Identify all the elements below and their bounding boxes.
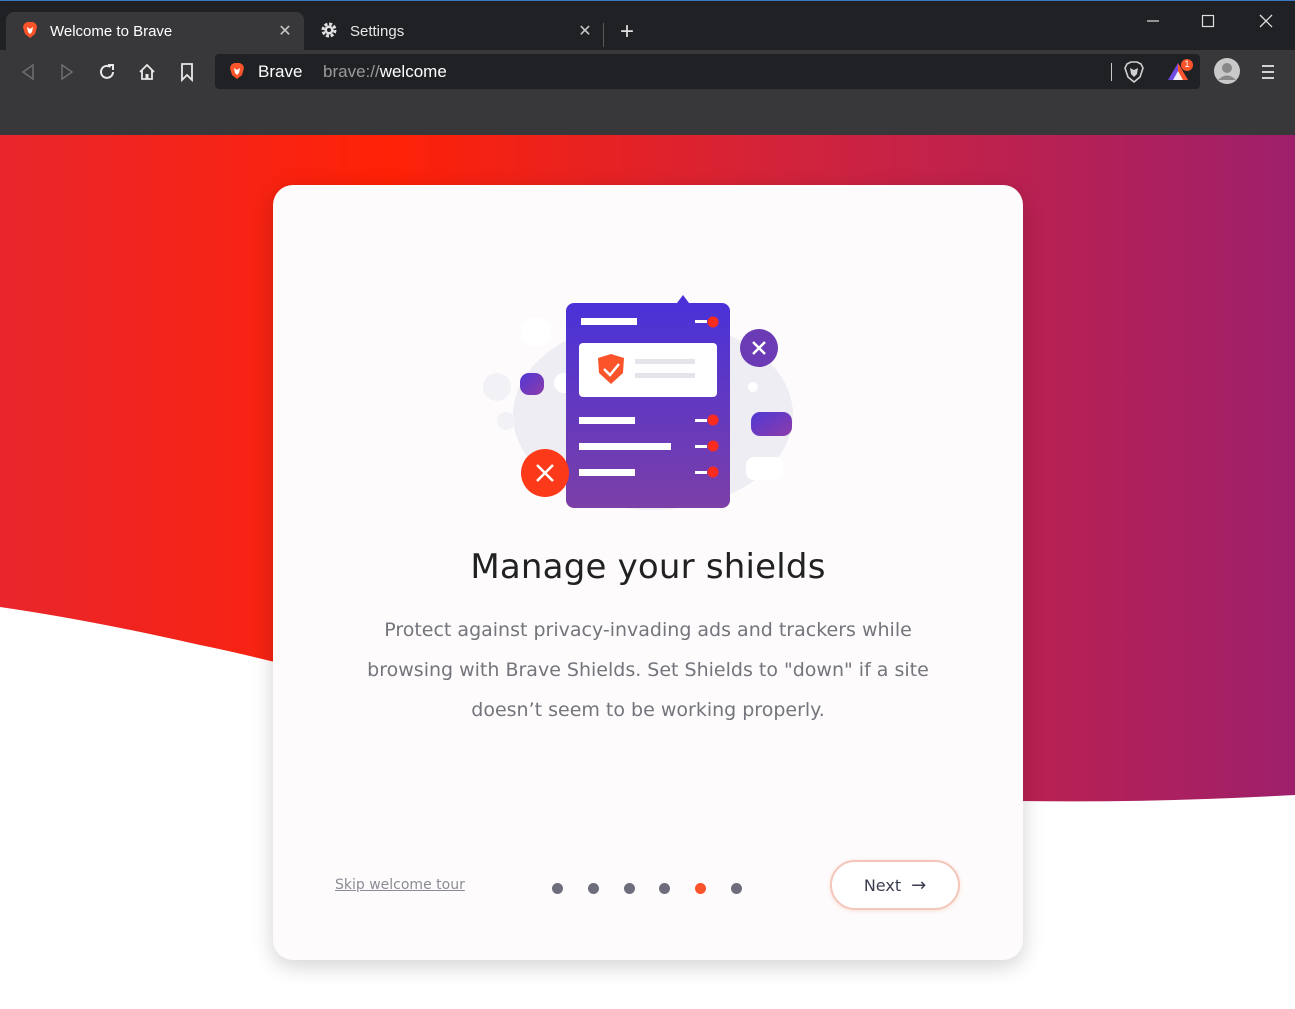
brave-lion-icon: [22, 21, 38, 43]
address-bar[interactable]: Brave brave://welcome 1: [215, 54, 1200, 89]
arrow-right-icon: →: [911, 874, 927, 896]
home-icon: [139, 63, 155, 80]
step-dot-3[interactable]: [624, 883, 635, 894]
welcome-card: Manage your shields Protect against priv…: [273, 185, 1023, 960]
step-dot-5[interactable]: [695, 883, 706, 894]
hamburger-menu-icon: [1262, 65, 1274, 79]
next-button[interactable]: Next →: [830, 860, 960, 910]
skip-tour-link[interactable]: Skip welcome tour: [335, 877, 465, 893]
reload-icon: [100, 64, 114, 79]
brave-shields-icon[interactable]: [1124, 61, 1144, 88]
back-button[interactable]: [13, 58, 43, 86]
forward-button[interactable]: [52, 58, 82, 86]
tab-settings[interactable]: Settings ✕: [304, 12, 604, 51]
maximize-icon: [1201, 14, 1215, 28]
minimize-button[interactable]: [1128, 5, 1178, 37]
omnibox-brand-chip: Brave: [258, 62, 303, 81]
reload-button[interactable]: [92, 58, 122, 86]
main-menu-button[interactable]: [1253, 58, 1283, 86]
bookmark-button[interactable]: [172, 58, 202, 86]
browser-toolbar: Brave brave://welcome 1: [0, 50, 1295, 135]
brave-lion-icon: [229, 62, 245, 85]
close-window-button[interactable]: [1241, 5, 1291, 37]
maximize-button[interactable]: [1183, 5, 1233, 37]
avatar-icon: [1214, 58, 1240, 84]
step-dot-4[interactable]: [659, 883, 670, 894]
profile-avatar-button[interactable]: [1212, 55, 1242, 87]
url-text[interactable]: brave://welcome: [323, 62, 447, 82]
rewards-badge-count: 1: [1184, 59, 1190, 69]
tab-title: Welcome to Brave: [50, 23, 173, 40]
url-scheme: brave://: [323, 62, 380, 81]
step-dot-2[interactable]: [588, 883, 599, 894]
next-button-label: Next: [863, 875, 902, 895]
minimize-icon: [1147, 20, 1159, 22]
step-dot-1[interactable]: [552, 883, 563, 894]
close-tab-icon[interactable]: ✕: [574, 20, 596, 42]
welcome-page: Manage your shields Protect against priv…: [0, 135, 1295, 1009]
close-icon: [1259, 14, 1273, 28]
url-host: welcome: [379, 62, 447, 81]
new-tab-button[interactable]: +: [613, 18, 641, 46]
tab-divider: [603, 23, 604, 47]
tab-welcome[interactable]: Welcome to Brave ✕: [6, 12, 304, 51]
page-title: Manage your shields: [470, 547, 826, 587]
shields-illustration-icon: [483, 295, 793, 510]
page-description: Protect against privacy-invading ads and…: [367, 619, 929, 721]
tab-title: Settings: [350, 23, 405, 40]
back-icon: [21, 63, 34, 81]
brave-rewards-icon[interactable]: 1: [1166, 58, 1194, 89]
forward-icon: [61, 63, 74, 81]
omnibox-divider: [1111, 63, 1112, 81]
gear-icon: [320, 21, 338, 43]
step-dot-6[interactable]: [731, 883, 742, 894]
close-tab-icon[interactable]: ✕: [274, 20, 296, 42]
title-bar: Welcome to Brave ✕ Settings ✕ +: [0, 0, 1295, 51]
bookmark-icon: [181, 63, 193, 82]
home-button[interactable]: [132, 58, 162, 86]
